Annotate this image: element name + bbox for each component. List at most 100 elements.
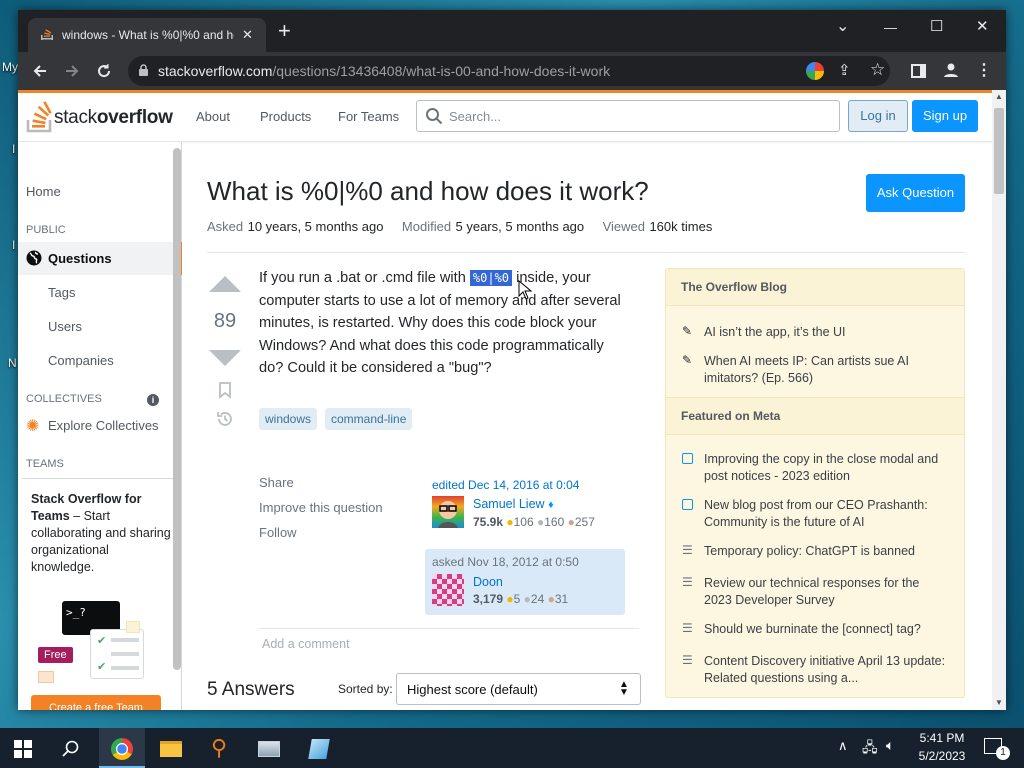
signup-button[interactable]: Sign up (912, 100, 978, 132)
sidebar-item-questions[interactable]: Questions (18, 242, 182, 275)
desktop-icon-label[interactable]: My (2, 60, 18, 74)
login-button[interactable]: Log in (848, 100, 908, 132)
stack-logo-icon: ☰ (682, 575, 693, 589)
profile-icon[interactable] (943, 62, 959, 83)
google-icon[interactable] (806, 62, 824, 80)
meta-item[interactable]: Improving the copy in the close modal an… (704, 451, 949, 485)
asker-name[interactable]: Doon (473, 575, 503, 589)
volume-icon[interactable]: 🔈︎ (886, 737, 894, 754)
new-tab-button[interactable]: + (278, 20, 291, 42)
chevron-up-icon[interactable]: ∧ (838, 738, 848, 754)
meta-item[interactable]: Temporary policy: ChatGPT is banned (704, 543, 949, 560)
blog-item[interactable]: AI isn’t the app, it’s the UI (704, 324, 949, 341)
start-button[interactable] (0, 728, 46, 768)
add-comment-link[interactable]: Add a comment (262, 637, 350, 651)
notepad-app-icon[interactable] (296, 728, 342, 768)
magnifier-app-icon[interactable]: ⚲ (196, 728, 242, 768)
notification-count-badge: 1 (996, 746, 1010, 760)
sidebar-item-users[interactable]: Users (48, 319, 82, 334)
logo-text-overflow: overflow (96, 107, 173, 128)
tab-search-chevron-icon[interactable]: ⌄ (836, 16, 849, 36)
asked-timestamp[interactable]: asked Nov 18, 2012 at 0:50 (432, 555, 579, 569)
overflow-blog-widget: The Overflow Blog ✎ AI isn’t the app, it… (665, 268, 965, 698)
scroll-up-icon[interactable]: ▲ (995, 92, 1003, 101)
question-title[interactable]: What is %0|%0 and how does it work? (207, 176, 649, 207)
code-snippet[interactable]: %0|%0 (469, 270, 513, 286)
network-icon[interactable]: 🖧 (862, 737, 878, 761)
sidebar-item-home[interactable]: Home (26, 184, 61, 199)
sidebar-item-explore-collectives[interactable]: Explore Collectives (48, 418, 159, 433)
browser-tab[interactable]: windows - What is %0|%0 and ho ✕ (28, 18, 266, 52)
sorted-by-label: Sorted by: (338, 682, 393, 696)
improve-question-link[interactable]: Improve this question (259, 500, 383, 515)
desktop-icon-label[interactable]: I (12, 142, 15, 156)
history-icon[interactable] (216, 410, 234, 433)
menu-kebab-icon[interactable]: ⋮ (976, 60, 992, 80)
meta-item[interactable]: Review our technical responses for the 2… (704, 575, 949, 609)
share-link[interactable]: Share (259, 475, 294, 490)
sidebar-section-teams: TEAMS (26, 458, 64, 470)
nav-about[interactable]: About (196, 109, 230, 124)
reload-icon[interactable] (90, 52, 118, 90)
chrome-taskbar-icon[interactable] (99, 728, 145, 768)
upvote-arrow-icon[interactable] (209, 276, 241, 292)
meta-item[interactable]: Should we burninate the [connect] tag? (704, 621, 949, 638)
sidebar-scrollbar[interactable] (173, 148, 181, 670)
edited-timestamp[interactable]: edited Dec 14, 2016 at 0:04 (432, 478, 579, 492)
mouse-cursor-icon (518, 280, 532, 300)
search-input[interactable]: Search... (416, 100, 840, 132)
question-body-text: If you run a .bat or .cmd file with (259, 270, 470, 286)
follow-link[interactable]: Follow (259, 525, 297, 540)
editor-avatar[interactable] (432, 496, 464, 528)
editor-name[interactable]: Samuel Liew ♦ (473, 497, 554, 511)
tag-command-line[interactable]: command-line (325, 408, 413, 430)
tag-windows[interactable]: windows (259, 408, 318, 430)
meta-item[interactable]: New blog post from our CEO Prashanth: Co… (704, 497, 949, 531)
tab-close-icon[interactable]: ✕ (242, 27, 253, 43)
meta-item[interactable]: Content Discovery initiative April 13 up… (704, 653, 949, 687)
close-window-button[interactable]: ✕ (976, 17, 989, 35)
ask-question-button[interactable]: Ask Question (866, 174, 965, 212)
file-explorer-icon[interactable] (148, 728, 194, 768)
minimize-button[interactable]: — (884, 20, 897, 35)
modified-value[interactable]: 5 years, 5 months ago (456, 219, 585, 234)
bookmark-star-icon[interactable]: ☆ (870, 60, 885, 80)
taskbar: ⚲ ∧ 🖧 🔈︎ 5:41 PM 5/2/2023 1 (0, 728, 1024, 768)
sidebar-item-companies[interactable]: Companies (48, 353, 114, 368)
scrollbar-thumb[interactable] (994, 108, 1004, 194)
maximize-button[interactable]: ☐ (930, 17, 943, 35)
lock-icon[interactable] (138, 64, 149, 82)
side-panel-icon[interactable] (911, 64, 926, 78)
meta-chat-icon (682, 453, 693, 464)
share-icon[interactable]: ⇪ (838, 61, 851, 79)
sidebar-item-tags[interactable]: Tags (48, 285, 75, 300)
question-body[interactable]: If you run a .bat or .cmd file with %0|%… (259, 267, 627, 380)
desktop-icon-label[interactable]: I (12, 238, 15, 252)
blog-item[interactable]: When AI meets IP: Can artists sue AI imi… (704, 353, 949, 387)
create-team-button[interactable]: Create a free Team (31, 695, 161, 710)
info-icon[interactable]: i (147, 394, 159, 406)
back-arrow-icon[interactable] (26, 52, 54, 90)
search-icon[interactable] (48, 728, 94, 768)
nav-products[interactable]: Products (260, 109, 311, 124)
collectives-icon: ✺ (26, 418, 40, 435)
downvote-arrow-icon[interactable] (209, 350, 241, 366)
clock-date[interactable]: 5/2/2023 (917, 749, 967, 763)
asker-avatar[interactable] (432, 574, 464, 606)
logo-text[interactable]: stackoverflow (54, 107, 173, 129)
page-scrollbar[interactable]: ▲ ▼ (992, 90, 1006, 710)
address-bar[interactable]: stackoverflow.com/questions/13436408/wha… (128, 56, 890, 86)
left-sidebar: Home PUBLIC Questions Tags Users Compani… (18, 142, 182, 710)
forward-arrow-icon[interactable] (58, 52, 86, 90)
bookmark-icon[interactable] (218, 382, 232, 404)
asker-silver: 24 (530, 592, 545, 606)
nav-for-teams[interactable]: For Teams (338, 109, 399, 124)
editor-name-text: Samuel Liew (473, 497, 545, 511)
network-app-icon[interactable] (246, 728, 292, 768)
clock-time[interactable]: 5:41 PM (917, 731, 967, 745)
asked-value: 10 years, 5 months ago (247, 219, 384, 234)
scroll-down-icon[interactable]: ▼ (995, 698, 1003, 707)
sort-select[interactable]: Highest score (default) ▲ ▼ (396, 673, 641, 705)
search-icon (425, 107, 443, 130)
desktop-icon-label[interactable]: N (8, 356, 17, 370)
